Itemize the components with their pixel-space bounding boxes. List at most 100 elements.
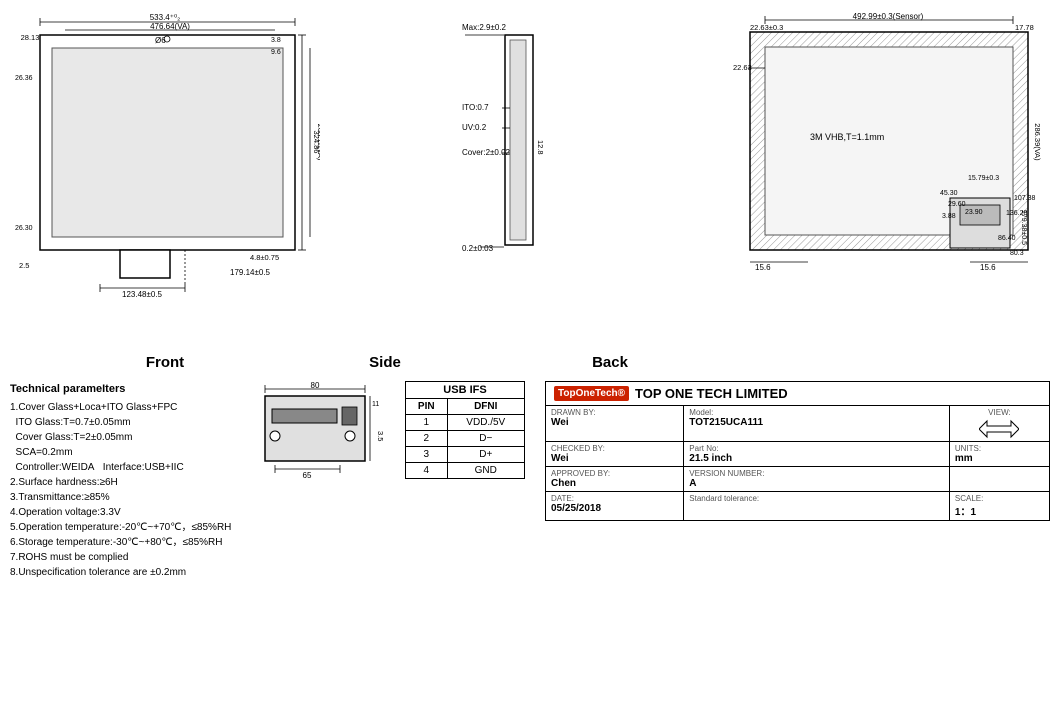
tech-param-5: 5.Operation temperature:-20℃~+70℃，≤85%RH (10, 520, 242, 535)
tech-param-4: 4.Operation voltage:3.3V (10, 505, 242, 520)
dim-back-bottom-left: 15.6 (755, 263, 771, 272)
usb-col-dfni: DFNI (447, 399, 524, 415)
usb-ifs-header: USB IFS (405, 381, 525, 398)
tb-view-label: VIEW: (955, 408, 1044, 417)
company-name: TOP ONE TECH LIMITED (635, 386, 788, 401)
usb-dfni-1: VDD./5V (447, 415, 524, 431)
usb-ifs-container: USB IFS PIN DFNI 1VDD./5V2D−3D+4GND (405, 381, 525, 479)
tb-row-1: DRAWN BY: Wei Model: TOT215UCA111 VIEW: (546, 406, 1049, 442)
dim-back-sensor: 492.99±0.3(Sensor) (853, 12, 924, 21)
dim-bottom: 0.2±0.03 (462, 244, 494, 253)
tb-approved-value: Chen (551, 478, 678, 489)
tb-date: DATE: 05/25/2018 (546, 492, 684, 520)
dim-back-top-left: 22.63±0.3 (750, 23, 783, 32)
tb-row-2: CHECKED BY: Wei Part No: 21.5 inch UNITS… (546, 442, 1049, 467)
tb-date-label: DATE: (551, 494, 678, 503)
dim-corner-45: 45.30 (940, 190, 958, 197)
conn-dim-right: 3.5 (376, 431, 385, 441)
tb-model-label: Model: (689, 408, 944, 417)
tb-row-4: DATE: 05/25/2018 Standard tolerance: SCA… (546, 492, 1049, 520)
connector-diagram-area: 80 65 3.5 11 (250, 381, 390, 494)
dim-inner1: 26.36 (15, 75, 33, 82)
back-diagram: 492.99±0.3(Sensor) 22.63±0.3 17.78 22.63… (730, 10, 1050, 310)
dim-corner-detail: 4.8±0.75 (250, 253, 279, 262)
front-diagram: 533.4⁺⁰₂ 476.64(VA) 28.13 324.86 268.11(… (10, 10, 320, 310)
tech-param-1: 1.Cover Glass+Loca+ITO Glass+FPC (10, 400, 242, 415)
title-block: TopOneTech® TOP ONE TECH LIMITED DRAWN B… (545, 381, 1050, 521)
dim-corner-23: 23.90 (965, 209, 983, 216)
tb-scale: SCALE: 1：1 (950, 492, 1049, 520)
tb-drawn-by-value: Wei (551, 417, 678, 428)
tb-model: Model: TOT215UCA111 (684, 406, 950, 441)
tech-param-7: 7.ROHS must be complied (10, 550, 242, 565)
tech-params-title: Technical parameIters (10, 381, 242, 398)
dim-back-corner5: 15.79±0.3 (968, 175, 999, 182)
usb-dfni-3: D+ (447, 447, 524, 463)
usb-table-row-1: 1VDD./5V (406, 415, 525, 431)
dim-corner-29: 29.60 (948, 201, 966, 208)
dim-small: 2.5 (19, 261, 29, 270)
usb-dfni-2: D− (447, 431, 524, 447)
conn-dim-bottom: 65 (303, 471, 312, 480)
side-label: Side (369, 354, 401, 371)
dim-corner1: 3.8 (271, 37, 281, 44)
dim-back-right2: 107.38 (1014, 195, 1036, 202)
usb-col-pin: PIN (406, 399, 448, 415)
dim-left-top: 28.13 (21, 33, 40, 42)
dim-uv: UV:0.2 (462, 123, 487, 132)
tb-checked-by: CHECKED BY: Wei (546, 442, 684, 466)
front-label: Front (146, 354, 184, 371)
tb-date-value: 05/25/2018 (551, 503, 678, 514)
tech-param-8: 8.Unspecification tolerance are ±0.2mm (10, 565, 242, 580)
tb-version-label: VERSION NUMBER: (689, 469, 944, 478)
dim-side-height: 12.8 (536, 140, 545, 155)
usb-pin-3: 3 (406, 447, 448, 463)
usb-table-row-2: 2D− (406, 431, 525, 447)
dim-bottom-height: 179.14±0.5 (230, 268, 271, 277)
tech-param-1d: Controller:WEIDA Interface:USB+IIC (10, 460, 242, 475)
tb-view: VIEW: (950, 406, 1049, 441)
connector-svg: 80 65 3.5 11 (250, 381, 385, 491)
dim-corner2: 9.6 (271, 49, 281, 56)
conn-dim-small: 11 (372, 401, 379, 408)
dim-back-height: 286.39(VA) (1033, 123, 1042, 161)
tb-units-value: mm (955, 453, 1044, 464)
tech-param-6: 6.Storage temperature:-30℃~+80℃，≤85%RH (10, 535, 242, 550)
dim-height-va: 268.11(VA) (316, 124, 320, 161)
dim-corner-3: 3.88 (942, 213, 956, 220)
front-view: 533.4⁺⁰₂ 476.64(VA) 28.13 324.86 268.11(… (10, 10, 320, 330)
dim-back-right4: 86.40 (998, 235, 1016, 242)
tb-approved-by: APPROVED BY: Chen (546, 467, 684, 491)
bottom-section: Technical parameIters 1.Cover Glass+Loca… (10, 381, 1050, 580)
tb-model-value: TOT215UCA111 (689, 417, 944, 428)
usb-pin-1: 1 (406, 415, 448, 431)
tb-empty (950, 467, 1049, 491)
dim-back-corner6: 80.3 (1010, 250, 1024, 257)
tb-checked-value: Wei (551, 453, 678, 464)
back-label: Back (592, 354, 628, 371)
tb-approved-label: APPROVED BY: (551, 469, 678, 478)
tb-units-label: UNITS: (955, 444, 1044, 453)
side-diagram: Max:2.9±0.2 ITO:0.7 UV:0.2 Cover:2±0.02 … (460, 10, 590, 310)
usb-pin-2: 2 (406, 431, 448, 447)
title-block-header: TopOneTech® TOP ONE TECH LIMITED (546, 382, 1049, 406)
side-view: Max:2.9±0.2 ITO:0.7 UV:0.2 Cover:2±0.02 … (460, 10, 590, 330)
tb-drawn-by-label: DRAWN BY: (551, 408, 678, 417)
dim-back-right3: 136.28 (1006, 210, 1028, 217)
dim-top-total: 533.4⁺⁰₂ (150, 13, 181, 22)
tb-row-3: APPROVED BY: Chen VERSION NUMBER: A (546, 467, 1049, 492)
page: 533.4⁺⁰₂ 476.64(VA) 28.13 324.86 268.11(… (0, 0, 1060, 723)
usb-table-row-4: 4GND (406, 463, 525, 479)
dim-max-thickness: Max:2.9±0.2 (462, 23, 507, 32)
tech-param-2: 2.Surface hardness:≥6H (10, 475, 242, 490)
tb-std-tol-label: Standard tolerance: (689, 494, 944, 503)
tb-drawn-by: DRAWN BY: Wei (546, 406, 684, 441)
tb-std-tol: Standard tolerance: (684, 492, 950, 520)
tech-params: Technical parameIters 1.Cover Glass+Loca… (10, 381, 250, 580)
dim-inner2: 26.30 (15, 225, 33, 232)
usb-table-row-3: 3D+ (406, 447, 525, 463)
dim-cover: Cover:2±0.02 (462, 148, 511, 157)
back-view: 492.99±0.3(Sensor) 22.63±0.3 17.78 22.63… (730, 10, 1050, 330)
tb-scale-label: SCALE: (955, 494, 1044, 503)
view-labels-row: Front Side Back (10, 354, 770, 371)
